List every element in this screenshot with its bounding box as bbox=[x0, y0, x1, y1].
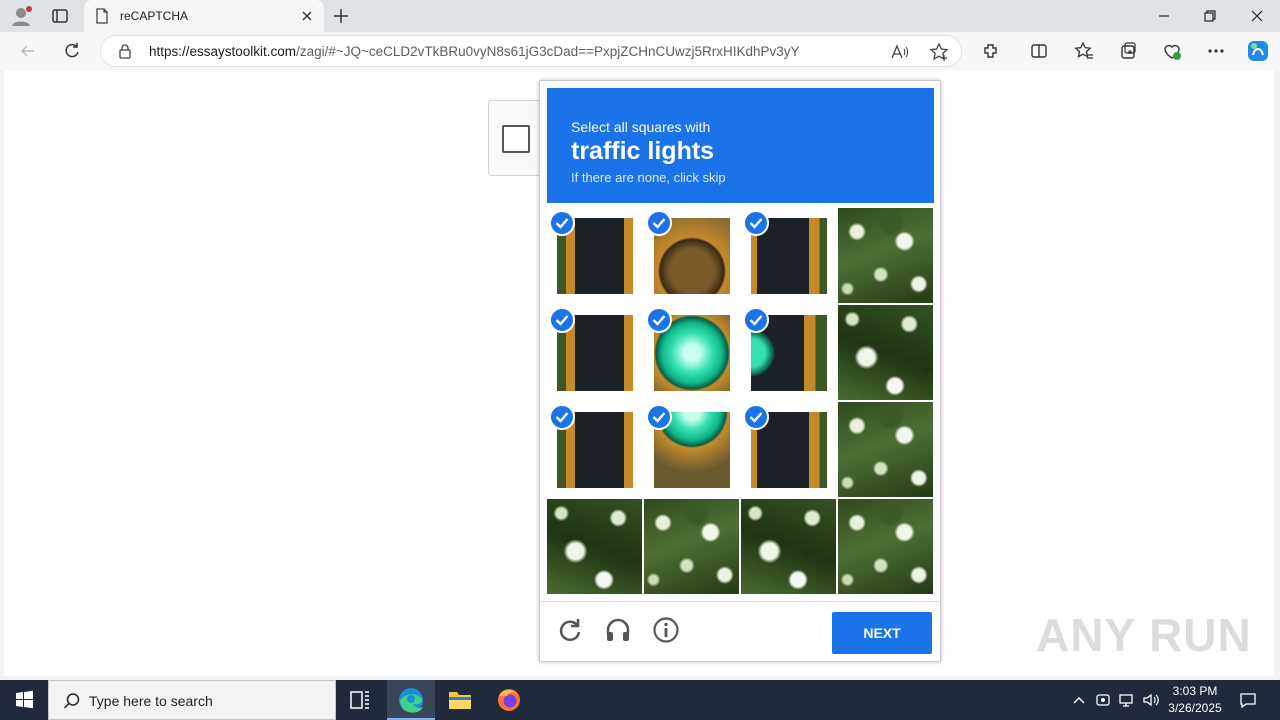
challenge-header: Select all squares with traffic lights I… bbox=[547, 88, 934, 203]
collections-icon[interactable] bbox=[1118, 41, 1138, 61]
captcha-tile[interactable] bbox=[741, 208, 836, 303]
recaptcha-checkbox[interactable] bbox=[502, 125, 530, 153]
challenge-grid bbox=[547, 208, 934, 595]
windows-start-icon[interactable] bbox=[0, 680, 48, 720]
challenge-instruction: Select all squares with bbox=[571, 119, 711, 135]
info-icon[interactable] bbox=[652, 616, 680, 644]
edge-icon bbox=[399, 688, 423, 713]
tile-image bbox=[838, 305, 933, 400]
captcha-tile[interactable] bbox=[741, 402, 836, 497]
page-icon bbox=[96, 8, 108, 24]
search-icon bbox=[63, 693, 80, 709]
browser-toolbar: https://essaystoolkit.com/zagi/#~JQ~ceCL… bbox=[0, 32, 1280, 70]
read-aloud-icon[interactable] bbox=[889, 42, 909, 62]
network-icon[interactable] bbox=[1117, 690, 1137, 710]
tab-strip: reCAPTCHA bbox=[0, 0, 1280, 32]
captcha-tile[interactable] bbox=[741, 499, 836, 594]
next-button[interactable]: NEXT bbox=[832, 612, 932, 654]
browser-essentials-icon[interactable] bbox=[1162, 41, 1182, 61]
taskbar-edge[interactable] bbox=[387, 680, 435, 720]
minimize-icon[interactable] bbox=[1154, 6, 1174, 26]
active-tab[interactable]: reCAPTCHA bbox=[84, 0, 324, 32]
more-options-icon[interactable] bbox=[1206, 41, 1226, 61]
close-tab-icon[interactable] bbox=[300, 9, 314, 23]
selected-checkmark-icon bbox=[646, 210, 672, 236]
extensions-icon[interactable] bbox=[981, 41, 1001, 61]
system-clock[interactable]: 3:03 PM 3/26/2025 bbox=[1160, 683, 1230, 717]
captcha-tile[interactable] bbox=[838, 402, 933, 497]
taskbar-search[interactable]: Type here to search bbox=[48, 680, 336, 720]
selected-checkmark-icon bbox=[743, 307, 769, 333]
tab-actions-icon[interactable] bbox=[50, 6, 70, 26]
challenge-hint: If there are none, click skip bbox=[571, 170, 726, 185]
firefox-icon[interactable] bbox=[485, 680, 533, 720]
url-text[interactable]: https://essaystoolkit.com/zagi/#~JQ~ceCL… bbox=[149, 44, 800, 59]
challenge-footer: NEXT bbox=[540, 601, 940, 661]
tile-image bbox=[838, 208, 933, 303]
tile-image bbox=[741, 499, 836, 594]
tab-title: reCAPTCHA bbox=[120, 9, 189, 23]
selected-checkmark-icon bbox=[549, 307, 575, 333]
selected-checkmark-icon bbox=[549, 210, 575, 236]
recaptcha-challenge: Select all squares with traffic lights I… bbox=[539, 80, 941, 662]
captcha-tile[interactable] bbox=[644, 499, 739, 594]
refresh-icon[interactable] bbox=[62, 41, 82, 61]
favorite-star-icon[interactable] bbox=[929, 42, 949, 62]
copilot-icon[interactable] bbox=[1246, 39, 1270, 63]
back-icon[interactable] bbox=[18, 41, 38, 61]
restore-icon[interactable] bbox=[1200, 6, 1220, 26]
captcha-tile[interactable] bbox=[644, 402, 739, 497]
file-explorer-icon[interactable] bbox=[436, 680, 484, 720]
search-placeholder: Type here to search bbox=[89, 693, 213, 709]
clock-date: 3/26/2025 bbox=[1168, 701, 1222, 715]
captcha-tile[interactable] bbox=[547, 402, 642, 497]
notifications-icon[interactable] bbox=[1238, 690, 1258, 710]
captcha-tile[interactable] bbox=[547, 499, 642, 594]
captcha-tile[interactable] bbox=[547, 208, 642, 303]
captcha-tile[interactable] bbox=[838, 305, 933, 400]
favorites-icon[interactable] bbox=[1074, 41, 1094, 61]
audio-challenge-icon[interactable] bbox=[604, 616, 632, 644]
url-path: /zagi/#~JQ~ceCLD2vTkBRu0vyN8s61jG3cDad==… bbox=[296, 44, 800, 59]
selected-checkmark-icon bbox=[743, 210, 769, 236]
url-host: https://essaystoolkit.com bbox=[149, 44, 297, 59]
captcha-tile[interactable] bbox=[547, 305, 642, 400]
captcha-tile[interactable] bbox=[644, 208, 739, 303]
new-tab-icon[interactable] bbox=[331, 6, 351, 26]
taskbar: Type here to search 3:03 PM 3/26/2025 bbox=[0, 680, 1280, 720]
lock-icon[interactable] bbox=[117, 43, 133, 59]
selected-checkmark-icon bbox=[549, 404, 575, 430]
captcha-tile[interactable] bbox=[838, 208, 933, 303]
watermark: ANY RUN bbox=[1036, 609, 1252, 661]
task-view-icon[interactable] bbox=[336, 680, 384, 720]
tile-image bbox=[644, 499, 739, 594]
tile-image bbox=[838, 402, 933, 497]
split-screen-icon[interactable] bbox=[1029, 41, 1049, 61]
captcha-tile[interactable] bbox=[838, 499, 933, 594]
selected-checkmark-icon bbox=[646, 307, 672, 333]
volume-icon[interactable] bbox=[1141, 690, 1161, 710]
selected-checkmark-icon bbox=[743, 404, 769, 430]
meet-now-icon[interactable] bbox=[1093, 690, 1113, 710]
address-bar[interactable]: https://essaystoolkit.com/zagi/#~JQ~ceCL… bbox=[100, 35, 962, 67]
show-hidden-icons-icon[interactable] bbox=[1069, 690, 1089, 710]
challenge-target: traffic lights bbox=[571, 137, 715, 165]
captcha-tile[interactable] bbox=[741, 305, 836, 400]
close-window-icon[interactable] bbox=[1247, 6, 1267, 26]
tile-image bbox=[838, 499, 933, 594]
selected-checkmark-icon bbox=[646, 404, 672, 430]
clock-time: 3:03 PM bbox=[1172, 684, 1218, 698]
captcha-tile[interactable] bbox=[644, 305, 739, 400]
reload-icon[interactable] bbox=[556, 616, 584, 644]
tile-image bbox=[547, 499, 642, 594]
profile-avatar-icon[interactable] bbox=[10, 5, 32, 27]
